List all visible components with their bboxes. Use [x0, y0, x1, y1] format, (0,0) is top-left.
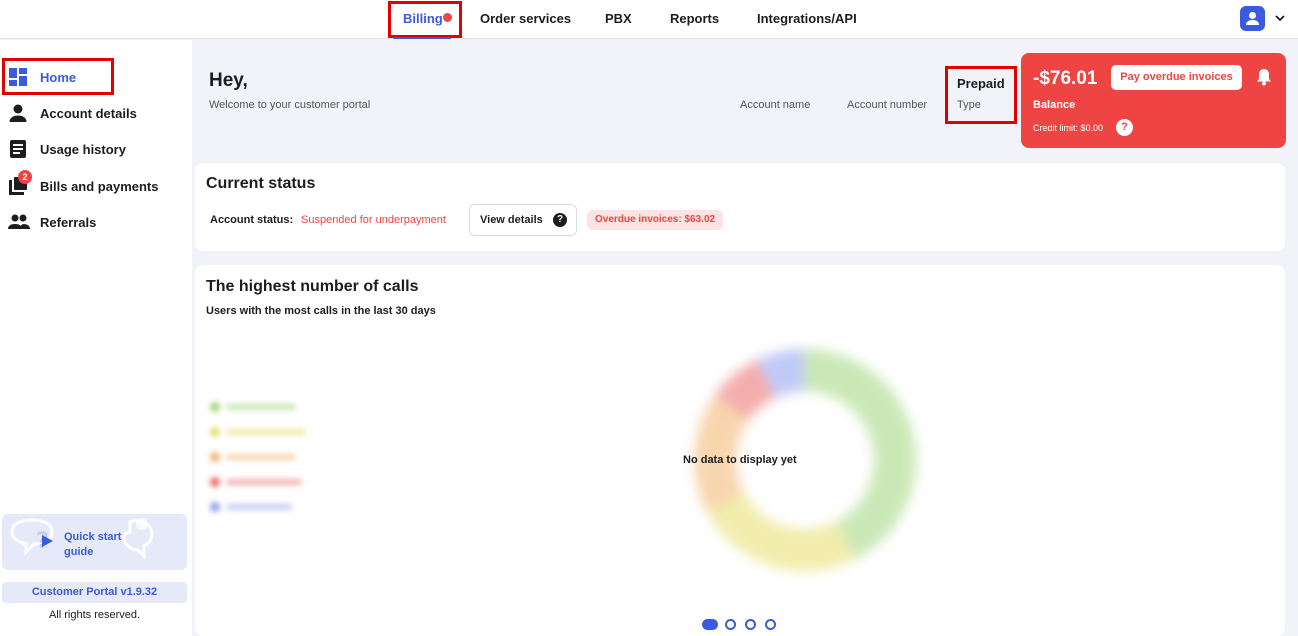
bills-icon: 2: [8, 170, 32, 196]
current-status-card: Current status Account status: Suspended…: [195, 163, 1285, 251]
welcome-text: Welcome to your customer portal: [209, 99, 371, 111]
bell-icon[interactable]: [1255, 68, 1273, 86]
user-avatar-button[interactable]: [1240, 6, 1265, 31]
account-type-value: Prepaid: [957, 76, 1005, 91]
top-navigation: Billing Order services PBX Reports Integ…: [0, 0, 1298, 39]
view-details-label: View details: [480, 214, 543, 226]
balance-card: -$76.01 Balance Credit limit: $0.00 ? Pa…: [1021, 53, 1286, 148]
no-data-message: No data to display yet: [683, 454, 797, 466]
legend-placeholder: [210, 426, 310, 438]
calls-card-subtitle: Users with the most calls in the last 30…: [206, 305, 436, 317]
legend-placeholder: [210, 501, 310, 513]
tab-reports[interactable]: Reports: [670, 0, 719, 39]
account-status-value: Suspended for underpayment: [301, 214, 446, 226]
help-icon: ?: [553, 213, 567, 227]
view-details-button[interactable]: View details ?: [469, 204, 577, 236]
user-icon: [1246, 12, 1259, 25]
bills-count-badge: 2: [18, 170, 32, 184]
credit-limit: Credit limit: $0.00: [1033, 123, 1104, 133]
rights-text: All rights reserved.: [48, 609, 141, 621]
tab-pbx[interactable]: PBX: [605, 0, 632, 39]
current-status-title: Current status: [206, 175, 316, 192]
carousel-pagination: [702, 618, 782, 630]
carousel-dot-3[interactable]: [745, 619, 756, 630]
sidebar: Home Account details Usage history 2 Bil…: [0, 40, 192, 636]
sidebar-item-label: Bills and payments: [40, 178, 159, 194]
tab-order-services[interactable]: Order services: [480, 0, 571, 39]
document-icon: [8, 139, 28, 159]
highest-calls-card: The highest number of calls Users with t…: [195, 265, 1285, 636]
type-highlight-box: [945, 66, 1017, 124]
credit-help-icon[interactable]: ?: [1116, 119, 1133, 136]
group-icon: [8, 212, 30, 232]
legend-placeholder: [210, 451, 310, 463]
account-number-label: Account number: [847, 99, 928, 111]
sidebar-item-label: Usage history: [40, 141, 126, 157]
sidebar-item-usage-history[interactable]: Usage history: [8, 136, 188, 162]
quick-start-guide-card[interactable]: ? Quick start guide: [2, 514, 187, 570]
pay-overdue-invoices-button[interactable]: Pay overdue invoices: [1111, 65, 1242, 90]
portal-version: Customer Portal v1.9.32: [2, 582, 187, 603]
carousel-dot-4[interactable]: [765, 619, 776, 630]
quick-start-guide-label: Quick start guide: [64, 531, 122, 558]
sidebar-item-label: Account details: [40, 105, 137, 121]
account-status-label: Account status:: [210, 214, 294, 226]
tab-integrations-api[interactable]: Integrations/API: [757, 0, 857, 39]
person-icon: [8, 103, 28, 123]
billing-alert-dot: [443, 13, 452, 22]
carousel-dot-2[interactable]: [725, 619, 736, 630]
greeting-title: Hey,: [209, 70, 248, 91]
carousel-dot-1[interactable]: [702, 619, 718, 630]
sidebar-item-label: Home: [40, 69, 77, 85]
chevron-down-icon[interactable]: [1273, 11, 1287, 25]
dashboard-icon: [8, 67, 28, 87]
tab-billing[interactable]: Billing: [403, 0, 443, 39]
overdue-invoices-badge: Overdue invoices: $63.02: [587, 210, 724, 230]
account-type-label: Type: [957, 99, 981, 111]
legend-placeholder: [210, 401, 310, 413]
account-name-label: Account name: [740, 99, 811, 111]
sidebar-item-referrals[interactable]: Referrals: [8, 209, 188, 235]
calls-card-title: The highest number of calls: [206, 278, 419, 295]
sidebar-item-home[interactable]: Home: [8, 64, 188, 90]
legend-placeholder: [210, 476, 310, 488]
sidebar-item-account-details[interactable]: Account details: [8, 100, 188, 126]
active-tab-underline: [393, 37, 451, 39]
balance-label: Balance: [1033, 99, 1076, 111]
sidebar-item-label: Referrals: [40, 214, 97, 230]
sidebar-item-bills-and-payments[interactable]: 2 Bills and payments: [8, 170, 188, 199]
play-icon: [42, 535, 53, 547]
balance-amount: -$76.01: [1033, 68, 1098, 89]
